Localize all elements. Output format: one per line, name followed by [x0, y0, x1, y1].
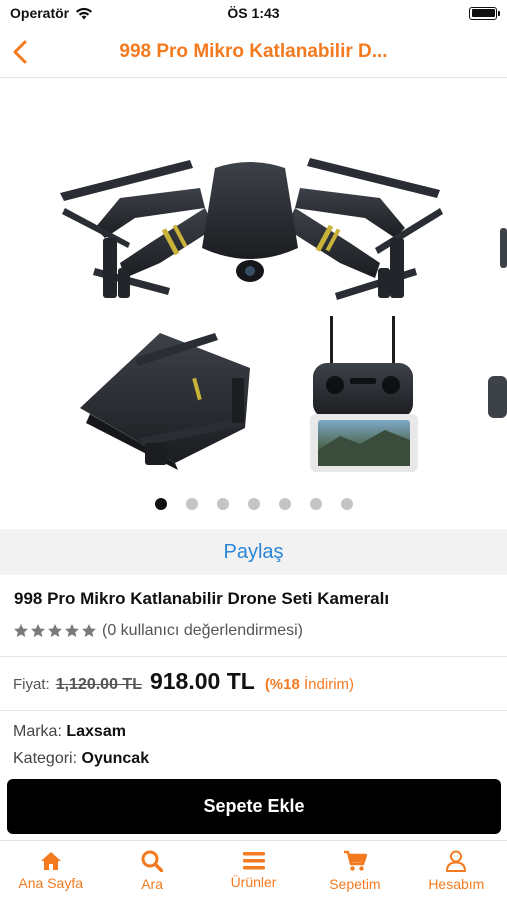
product-image	[60, 158, 507, 472]
search-icon	[141, 850, 164, 872]
star-icon	[48, 624, 62, 637]
status-left: Operatör	[10, 5, 93, 21]
divider	[0, 656, 507, 657]
tab-label: Sepetim	[329, 875, 381, 892]
chevron-left-icon	[13, 40, 27, 64]
carousel-dot[interactable]	[340, 498, 353, 510]
carrier-label: Operatör	[10, 5, 70, 21]
bottom-tab-bar: Ana Sayfa Ara Ürünler Sepetim Hesabım	[0, 840, 507, 900]
carousel-dot[interactable]	[185, 498, 198, 510]
tab-search[interactable]: Ara	[101, 841, 202, 900]
new-price: 918.00 TL	[149, 668, 255, 694]
star-icon	[82, 624, 96, 637]
product-title: 998 Pro Mikro Katlanabilir Drone Seti Ka…	[14, 589, 390, 608]
brand-value: Laxsam	[66, 723, 126, 740]
star-icon	[65, 624, 79, 637]
tab-label: Ana Sayfa	[18, 874, 83, 891]
brand-label: Marka:	[13, 723, 62, 740]
product-image-carousel[interactable]	[0, 78, 507, 490]
tab-label: Ara	[141, 875, 163, 892]
rating-count-text: (0 kullanıcı değerlendirmesi)	[102, 622, 303, 639]
add-to-cart-button[interactable]: Sepete Ekle	[7, 779, 501, 834]
price-row: Fiyat: 1,120.00 TL 918.00 TL (%18 İndiri…	[13, 668, 354, 695]
navigation-bar: 998 Pro Mikro Katlanabilir D...	[0, 26, 507, 78]
star-rating	[13, 623, 97, 639]
cart-icon	[343, 850, 367, 871]
category-row: Kategori: Oyuncak	[13, 750, 149, 768]
share-button[interactable]: Paylaş	[0, 529, 507, 575]
star-icon	[14, 624, 28, 637]
back-button[interactable]	[0, 26, 40, 78]
user-icon	[446, 850, 467, 872]
old-price: 1,120.00 TL	[55, 676, 142, 693]
carousel-dot[interactable]	[216, 498, 229, 510]
carousel-pagination[interactable]	[0, 498, 507, 510]
category-value: Oyuncak	[81, 750, 150, 767]
divider	[0, 710, 507, 711]
discount-badge: (%18 İndirim)	[265, 676, 354, 693]
battery-icon	[469, 6, 500, 20]
list-icon	[242, 851, 265, 869]
page-title: 998 Pro Mikro Katlanabilir D...	[119, 40, 388, 62]
star-icon	[31, 624, 45, 637]
carousel-dot[interactable]	[247, 498, 260, 510]
wifi-icon	[76, 7, 93, 19]
carousel-dot[interactable]	[309, 498, 322, 510]
tab-label: Hesabım	[428, 875, 485, 892]
tab-cart[interactable]: Sepetim	[304, 841, 405, 900]
carousel-dot[interactable]	[154, 498, 167, 510]
rating-row: (0 kullanıcı değerlendirmesi)	[13, 622, 303, 640]
discount-percent: (%18	[264, 676, 300, 693]
status-bar: Operatör	[0, 0, 507, 26]
tab-home[interactable]: Ana Sayfa	[0, 841, 101, 900]
tab-account[interactable]: Hesabım	[406, 841, 507, 900]
tab-products[interactable]: Ürünler	[203, 841, 304, 900]
category-label: Kategori:	[13, 750, 78, 767]
discount-word: İndirim)	[304, 676, 355, 693]
tab-label: Ürünler	[230, 873, 277, 890]
carousel-dot[interactable]	[278, 498, 291, 510]
brand-row: Marka: Laxsam	[13, 723, 126, 741]
home-icon	[40, 851, 61, 870]
price-label: Fiyat:	[13, 676, 50, 693]
